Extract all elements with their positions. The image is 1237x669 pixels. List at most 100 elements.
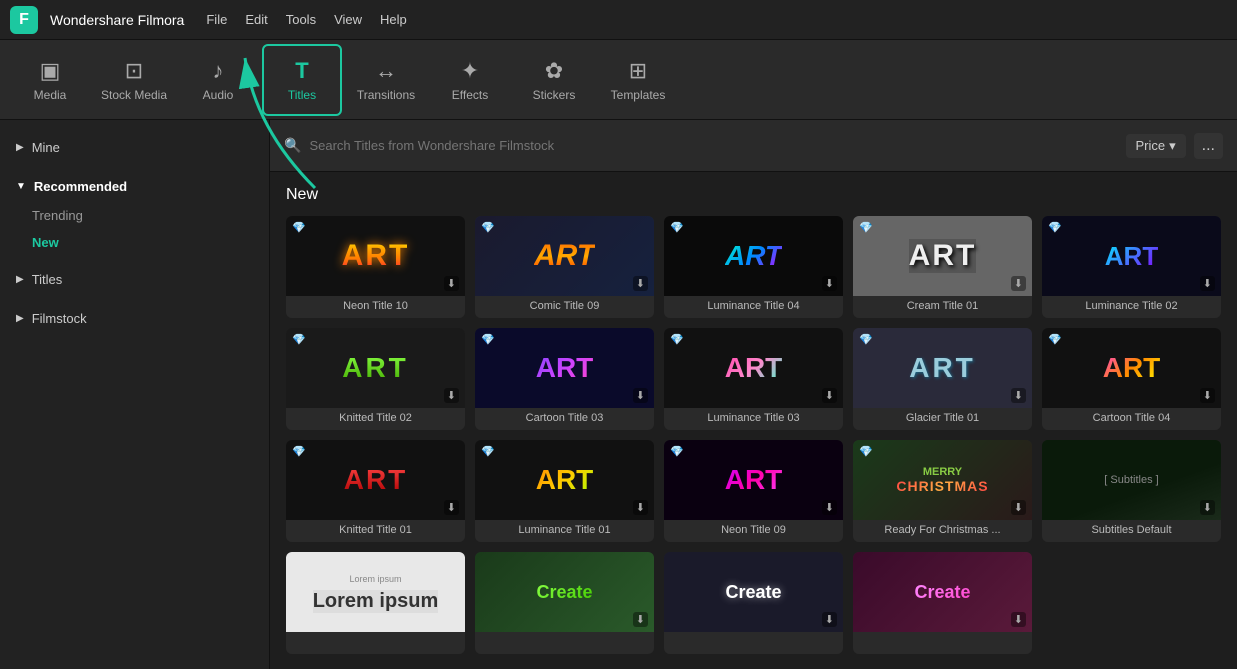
title-card-luminance03[interactable]: 💎 ART ⬇ Luminance Title 03: [664, 328, 843, 430]
download-icon-glacier01: ⬇: [1011, 388, 1026, 403]
content-area-wrapper: 🔍 Price ▾ ... New 💎 ART: [270, 120, 1237, 669]
search-bar: 🔍 Price ▾ ...: [270, 120, 1237, 172]
menu-help[interactable]: Help: [380, 12, 407, 27]
sidebar-item-recommended[interactable]: ▼ Recommended: [0, 171, 269, 202]
title-card-cream01[interactable]: 💎 ART ⬇ Cream Title 01: [853, 216, 1032, 318]
thumb-text-cartoon03: ART: [536, 352, 594, 384]
title-card-cartoon03[interactable]: 💎 ART ⬇ Cartoon Title 03: [475, 328, 654, 430]
price-label: Price: [1136, 138, 1166, 153]
sidebar-section-mine: ▶ Mine: [0, 128, 269, 167]
premium-gem-icon: 💎: [859, 221, 873, 234]
title-card-glacier01[interactable]: 💎 ART ⬇ Glacier Title 01: [853, 328, 1032, 430]
sidebar-item-trending[interactable]: Trending: [0, 202, 269, 229]
title-label-comic09: Comic Title 09: [475, 296, 654, 318]
thumb-text-cream01: ART: [909, 239, 977, 273]
recommended-arrow-icon: ▼: [16, 181, 26, 192]
title-label-luminance04: Luminance Title 04: [664, 296, 843, 318]
search-input[interactable]: [309, 138, 1117, 153]
download-icon-cartoon04: ⬇: [1200, 388, 1215, 403]
title-label-christmas: Ready For Christmas ...: [853, 520, 1032, 542]
download-icon-create-pink: ⬇: [1011, 612, 1026, 627]
toolbar-titles[interactable]: T Titles: [262, 44, 342, 116]
titles-arrow-icon: ▶: [16, 274, 24, 285]
toolbar-transitions[interactable]: ↔ Transitions: [346, 44, 426, 116]
price-filter-button[interactable]: Price ▾: [1126, 134, 1186, 158]
christmas-content: MERRY CHRISTMAS: [888, 458, 996, 502]
titles-label: Titles: [288, 88, 316, 102]
thumb-text-lorem: Lorem ipsum: [313, 590, 439, 613]
menu-tools[interactable]: Tools: [286, 12, 316, 27]
menu-edit[interactable]: Edit: [245, 12, 267, 27]
download-icon-christmas: ⬇: [1011, 500, 1026, 515]
titles-icon: T: [295, 58, 308, 84]
stock-media-icon: ⊡: [125, 58, 143, 84]
titles-grid-row4: Lorem ipsum Lorem ipsum Create ⬇: [286, 552, 1221, 654]
title-label-cartoon04: Cartoon Title 04: [1042, 408, 1221, 430]
title-card-create-green[interactable]: Create ⬇: [475, 552, 654, 654]
sidebar-recommended-label: Recommended: [34, 179, 127, 194]
premium-gem-icon: 💎: [481, 221, 495, 234]
thumb-glacier01: 💎 ART ⬇: [853, 328, 1032, 408]
thumb-knitted01: 💎 ART ⬇: [286, 440, 465, 520]
toolbar: ▣ Media ⊡ Stock Media ♪ Audio T Titles ↔…: [0, 40, 1237, 120]
download-icon-neon10: ⬇: [444, 276, 459, 291]
title-card-create-pink[interactable]: Create ⬇: [853, 552, 1032, 654]
more-options-button[interactable]: ...: [1194, 133, 1223, 159]
title-card-neon09[interactable]: 💎 ART ⬇ Neon Title 09: [664, 440, 843, 542]
title-label-glacier01: Glacier Title 01: [853, 408, 1032, 430]
app-logo: F: [10, 6, 38, 34]
title-card-subtitles[interactable]: [ Subtitles ] ⬇ Subtitles Default: [1042, 440, 1221, 542]
sidebar-item-filmstock[interactable]: ▶ Filmstock: [0, 303, 269, 334]
title-card-knitted02[interactable]: 💎 ART ⬇ Knitted Title 02: [286, 328, 465, 430]
mine-arrow-icon: ▶: [16, 142, 24, 153]
sidebar-item-mine[interactable]: ▶ Mine: [0, 132, 269, 163]
price-chevron-icon: ▾: [1169, 138, 1176, 154]
title-card-comic09[interactable]: 💎 ART ⬇ Comic Title 09: [475, 216, 654, 318]
toolbar-audio[interactable]: ♪ Audio: [178, 44, 258, 116]
thumb-christmas: 💎 MERRY CHRISTMAS ⬇: [853, 440, 1032, 520]
toolbar-media[interactable]: ▣ Media: [10, 44, 90, 116]
thumb-knitted02: 💎 ART ⬇: [286, 328, 465, 408]
toolbar-stock-media[interactable]: ⊡ Stock Media: [94, 44, 174, 116]
thumb-text-cartoon04: ART: [1103, 352, 1161, 384]
menu-view[interactable]: View: [334, 12, 362, 27]
title-card-neon10[interactable]: 💎 ART ⬇ Neon Title 10: [286, 216, 465, 318]
effects-label: Effects: [452, 88, 488, 102]
title-card-luminance02[interactable]: 💎 ART ⬇ Luminance Title 02: [1042, 216, 1221, 318]
toolbar-stickers[interactable]: ✿ Stickers: [514, 44, 594, 116]
thumb-text-create-pink: Create: [914, 582, 970, 603]
search-icon: 🔍: [284, 137, 301, 154]
premium-gem-icon: 💎: [670, 333, 684, 346]
thumb-create-pink: Create ⬇: [853, 552, 1032, 632]
thumb-text-luminance02: ART: [1105, 241, 1158, 272]
title-label-subtitles: Subtitles Default: [1042, 520, 1221, 542]
stickers-label: Stickers: [533, 88, 576, 102]
thumb-luminance02: 💎 ART ⬇: [1042, 216, 1221, 296]
title-card-knitted01[interactable]: 💎 ART ⬇ Knitted Title 01: [286, 440, 465, 542]
premium-gem-icon: 💎: [292, 221, 306, 234]
title-card-create-dark[interactable]: Create ⬇: [664, 552, 843, 654]
new-label: New: [32, 235, 59, 250]
thumb-text-create-green: Create: [536, 582, 592, 603]
menu-file[interactable]: File: [206, 12, 227, 27]
title-label-knitted02: Knitted Title 02: [286, 408, 465, 430]
premium-gem-icon: 💎: [859, 333, 873, 346]
sidebar-item-new[interactable]: New: [0, 229, 269, 256]
title-card-luminance01[interactable]: 💎 ART ⬇ Luminance Title 01: [475, 440, 654, 542]
title-card-lorem[interactable]: Lorem ipsum Lorem ipsum: [286, 552, 465, 654]
toolbar-effects[interactable]: ✦ Effects: [430, 44, 510, 116]
download-icon-cartoon03: ⬇: [633, 388, 648, 403]
stickers-icon: ✿: [545, 58, 563, 84]
title-card-cartoon04[interactable]: 💎 ART ⬇ Cartoon Title 04: [1042, 328, 1221, 430]
titles-grid: 💎 ART ⬇ Neon Title 10 💎 ART ⬇ Comic Titl…: [286, 216, 1221, 542]
premium-gem-icon: 💎: [481, 445, 495, 458]
thumb-text-create-dark: Create: [725, 582, 781, 603]
download-icon-comic09: ⬇: [633, 276, 648, 291]
sidebar-item-titles[interactable]: ▶ Titles: [0, 264, 269, 295]
title-card-luminance04[interactable]: 💎 ART ⬇ Luminance Title 04: [664, 216, 843, 318]
download-icon-knitted02: ⬇: [444, 388, 459, 403]
search-controls: Price ▾ ...: [1126, 133, 1224, 159]
thumb-luminance01: 💎 ART ⬇: [475, 440, 654, 520]
toolbar-templates[interactable]: ⊞ Templates: [598, 44, 678, 116]
title-card-christmas[interactable]: 💎 MERRY CHRISTMAS ⬇ Ready For Christmas …: [853, 440, 1032, 542]
